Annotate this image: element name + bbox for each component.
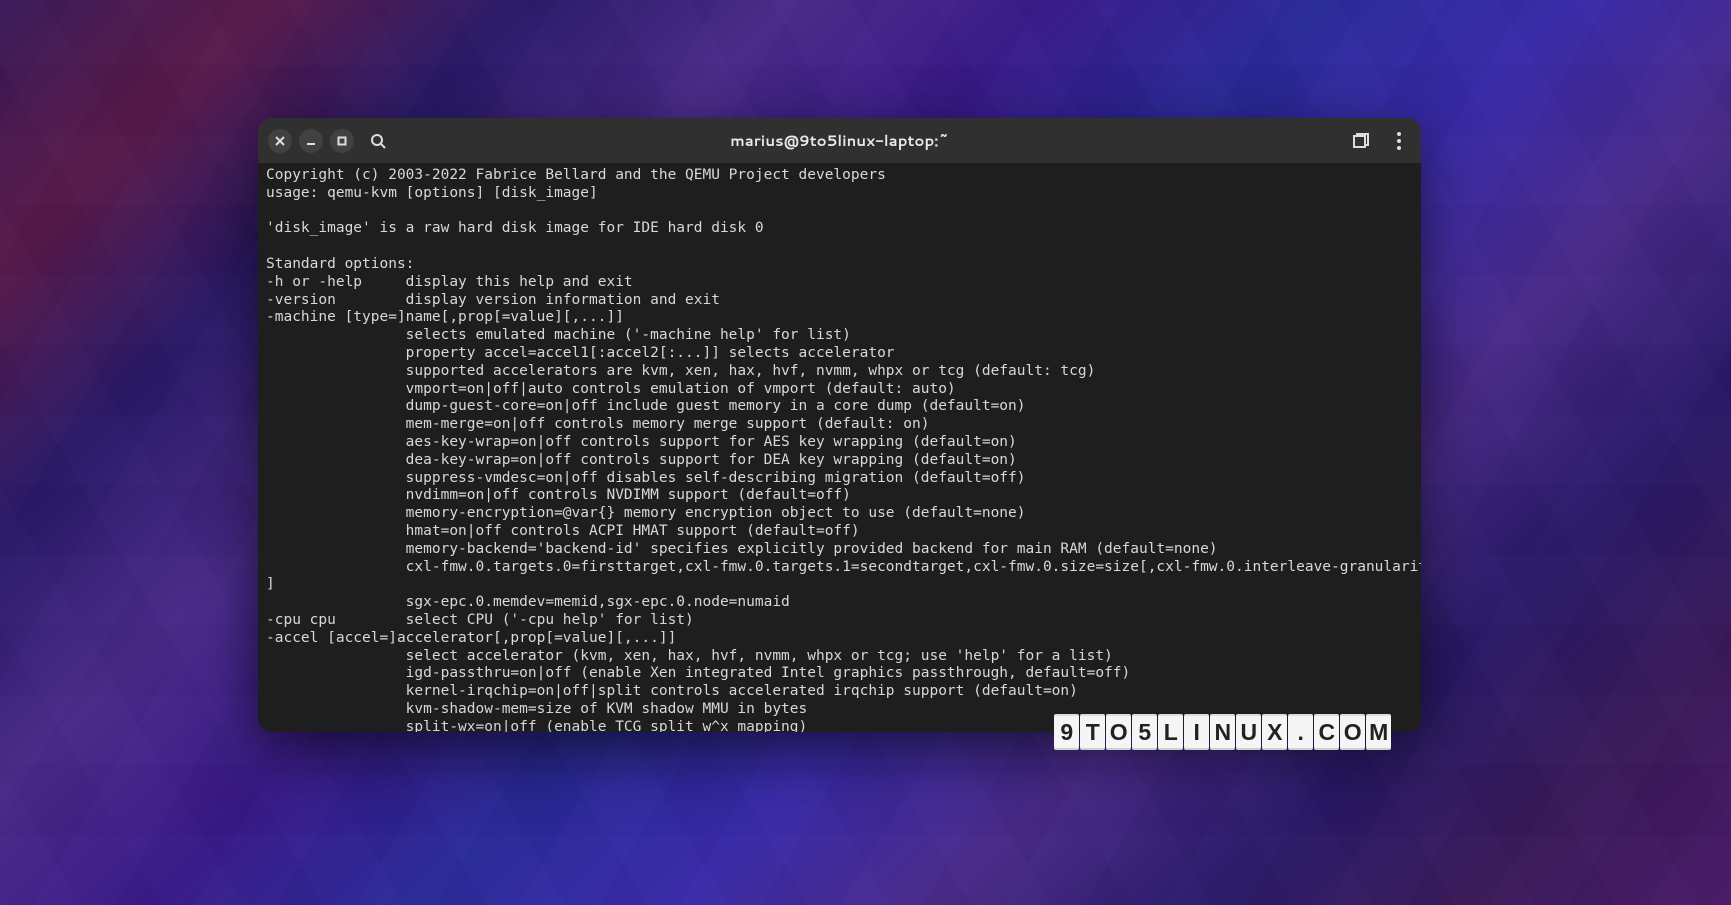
watermark-char: O xyxy=(1106,714,1131,750)
watermark-char: X xyxy=(1262,714,1287,750)
menu-button[interactable] xyxy=(1387,129,1411,153)
minimize-icon xyxy=(306,136,316,146)
terminal-output[interactable]: Copyright (c) 2003-2022 Fabrice Bellard … xyxy=(258,163,1421,732)
site-watermark: 9TO5LINUX.COM xyxy=(1054,714,1391,750)
window-controls xyxy=(268,129,354,153)
new-tab-icon xyxy=(1353,133,1369,149)
watermark-char: I xyxy=(1184,714,1209,750)
terminal-window: marius@9to5linux-laptop:~ Copyright (c) … xyxy=(258,118,1421,732)
watermark-char: C xyxy=(1314,714,1339,750)
close-button[interactable] xyxy=(268,129,292,153)
kebab-dot-icon xyxy=(1397,139,1401,143)
watermark-char: 9 xyxy=(1054,714,1079,750)
watermark-char: N xyxy=(1210,714,1235,750)
watermark-char: U xyxy=(1236,714,1261,750)
watermark-char: L xyxy=(1158,714,1183,750)
watermark-char: T xyxy=(1080,714,1105,750)
titlebar-right-controls xyxy=(1349,129,1411,153)
window-title: marius@9to5linux-laptop:~ xyxy=(258,130,1421,151)
kebab-dot-icon xyxy=(1397,132,1401,136)
search-button[interactable] xyxy=(364,127,392,155)
minimize-button[interactable] xyxy=(299,129,323,153)
watermark-char: O xyxy=(1340,714,1365,750)
watermark-char: 5 xyxy=(1132,714,1157,750)
search-icon xyxy=(370,133,386,149)
watermark-char: . xyxy=(1288,714,1313,750)
maximize-button[interactable] xyxy=(330,129,354,153)
new-tab-button[interactable] xyxy=(1349,129,1373,153)
close-icon xyxy=(275,136,285,146)
titlebar[interactable]: marius@9to5linux-laptop:~ xyxy=(258,118,1421,163)
kebab-dot-icon xyxy=(1397,146,1401,150)
maximize-icon xyxy=(337,136,347,146)
desktop-wallpaper: marius@9to5linux-laptop:~ Copyright (c) … xyxy=(0,0,1731,905)
watermark-char: M xyxy=(1366,714,1391,750)
